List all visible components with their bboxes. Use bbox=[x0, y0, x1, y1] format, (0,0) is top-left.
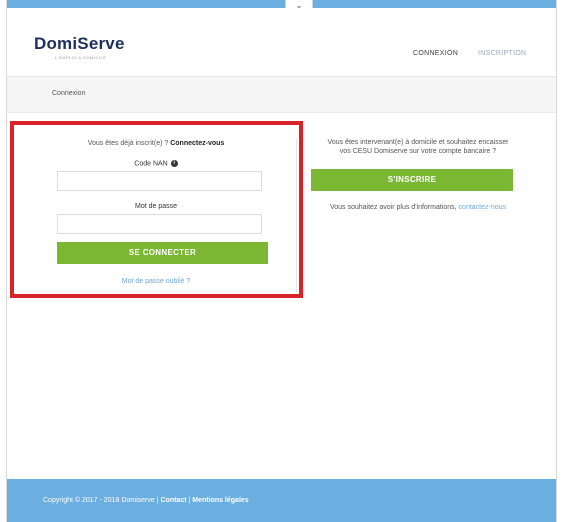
logo-tagline: L'EMPLOI A DOMICILE bbox=[55, 55, 107, 60]
page-title: Connexion bbox=[52, 90, 86, 97]
site-footer: Copyright © 2017 - 2018 Domiserve | Cont… bbox=[7, 479, 556, 522]
nav-connexion[interactable]: CONNEXION bbox=[413, 50, 458, 57]
signup-button[interactable]: S'INSCRIRE bbox=[311, 169, 513, 191]
footer-contact-link[interactable]: Contact bbox=[160, 497, 186, 504]
site-header: DomiServe L'EMPLOI A DOMICILE CONNEXION … bbox=[7, 8, 556, 77]
more-info-prefix: Vous souhaitez avoir plus d'informations… bbox=[329, 204, 459, 211]
contact-us-link[interactable]: contactez-nous bbox=[459, 204, 506, 211]
footer-copyright: Copyright © 2017 - 2018 Domiserve | Cont… bbox=[43, 497, 249, 504]
domiserve-logo[interactable]: DomiServe bbox=[34, 34, 125, 54]
nav-inscription[interactable]: INSCRIPTION bbox=[478, 50, 526, 57]
copyright-text: Copyright © 2017 - 2018 Domiserve | bbox=[43, 497, 161, 504]
footer-legal-link[interactable]: Mentions légales bbox=[192, 497, 248, 504]
more-info-text: Vous souhaitez avoir plus d'informations… bbox=[318, 203, 518, 212]
login-highlight-box bbox=[10, 121, 303, 298]
signup-text-line1: Vous êtes intervenant(e) à domicile et s… bbox=[327, 139, 509, 146]
top-bar bbox=[7, 0, 556, 8]
signup-text-line2: vos CESU Domiserve sur votre compte banc… bbox=[339, 148, 497, 155]
signup-description: Vous êtes intervenant(e) à domicile et s… bbox=[318, 138, 518, 156]
breadcrumb-bar: Connexion bbox=[7, 77, 556, 113]
